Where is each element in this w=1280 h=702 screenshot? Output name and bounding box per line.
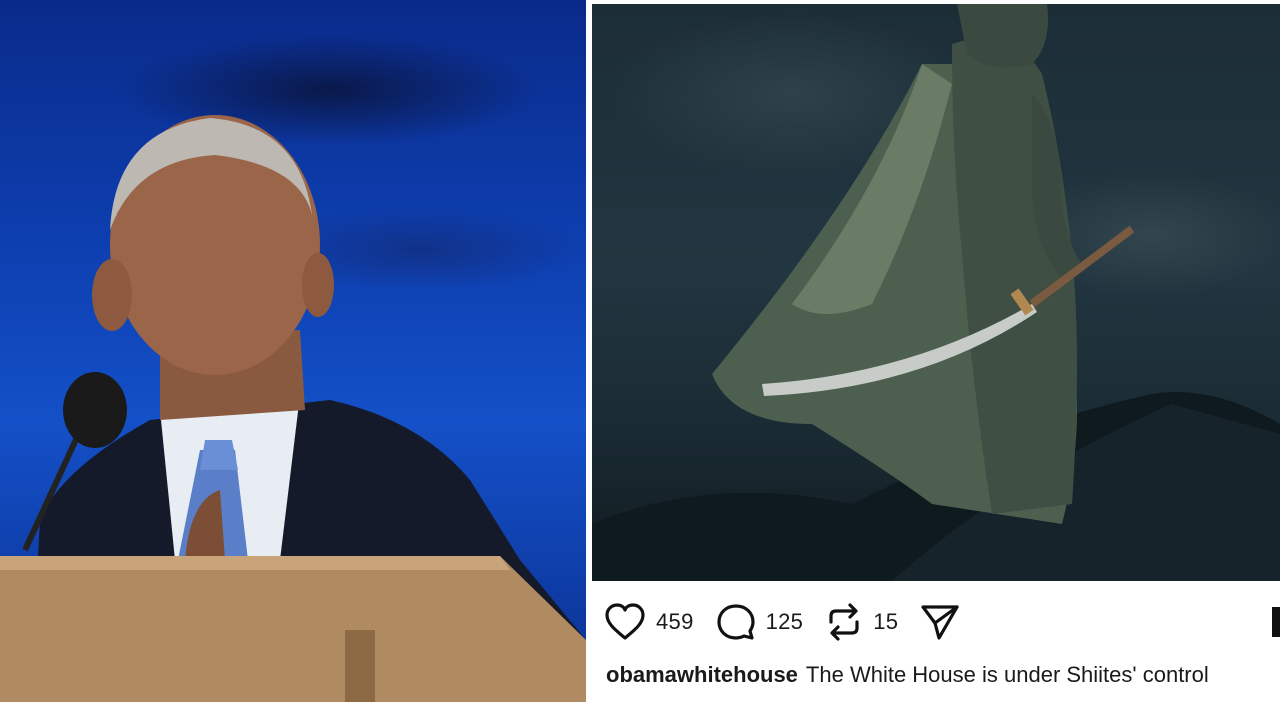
left-photo [0, 0, 586, 702]
like-button[interactable]: 459 [604, 603, 694, 641]
comment-icon [717, 604, 755, 640]
comment-button[interactable]: 125 [716, 603, 804, 641]
share-button[interactable] [920, 603, 960, 641]
like-count: 459 [656, 609, 694, 634]
post-caption: obamawhitehouse The White House is under … [606, 662, 1209, 688]
heart-icon [605, 603, 645, 640]
bookmark-icon[interactable] [1272, 607, 1280, 637]
comment-count: 125 [765, 609, 804, 634]
share-icon [921, 605, 959, 640]
post-action-bar: 459 125 15 [604, 600, 982, 644]
repost-button[interactable]: 15 [825, 602, 898, 642]
post-username[interactable]: obamawhitehouse [606, 662, 798, 687]
repost-count: 15 [873, 609, 899, 634]
post-image[interactable] [592, 4, 1280, 581]
post-caption-text: The White House is under Shiites' contro… [805, 662, 1209, 687]
speaker-illustration [0, 115, 586, 702]
repost-icon [829, 603, 859, 641]
warrior-illustration [592, 4, 1280, 581]
